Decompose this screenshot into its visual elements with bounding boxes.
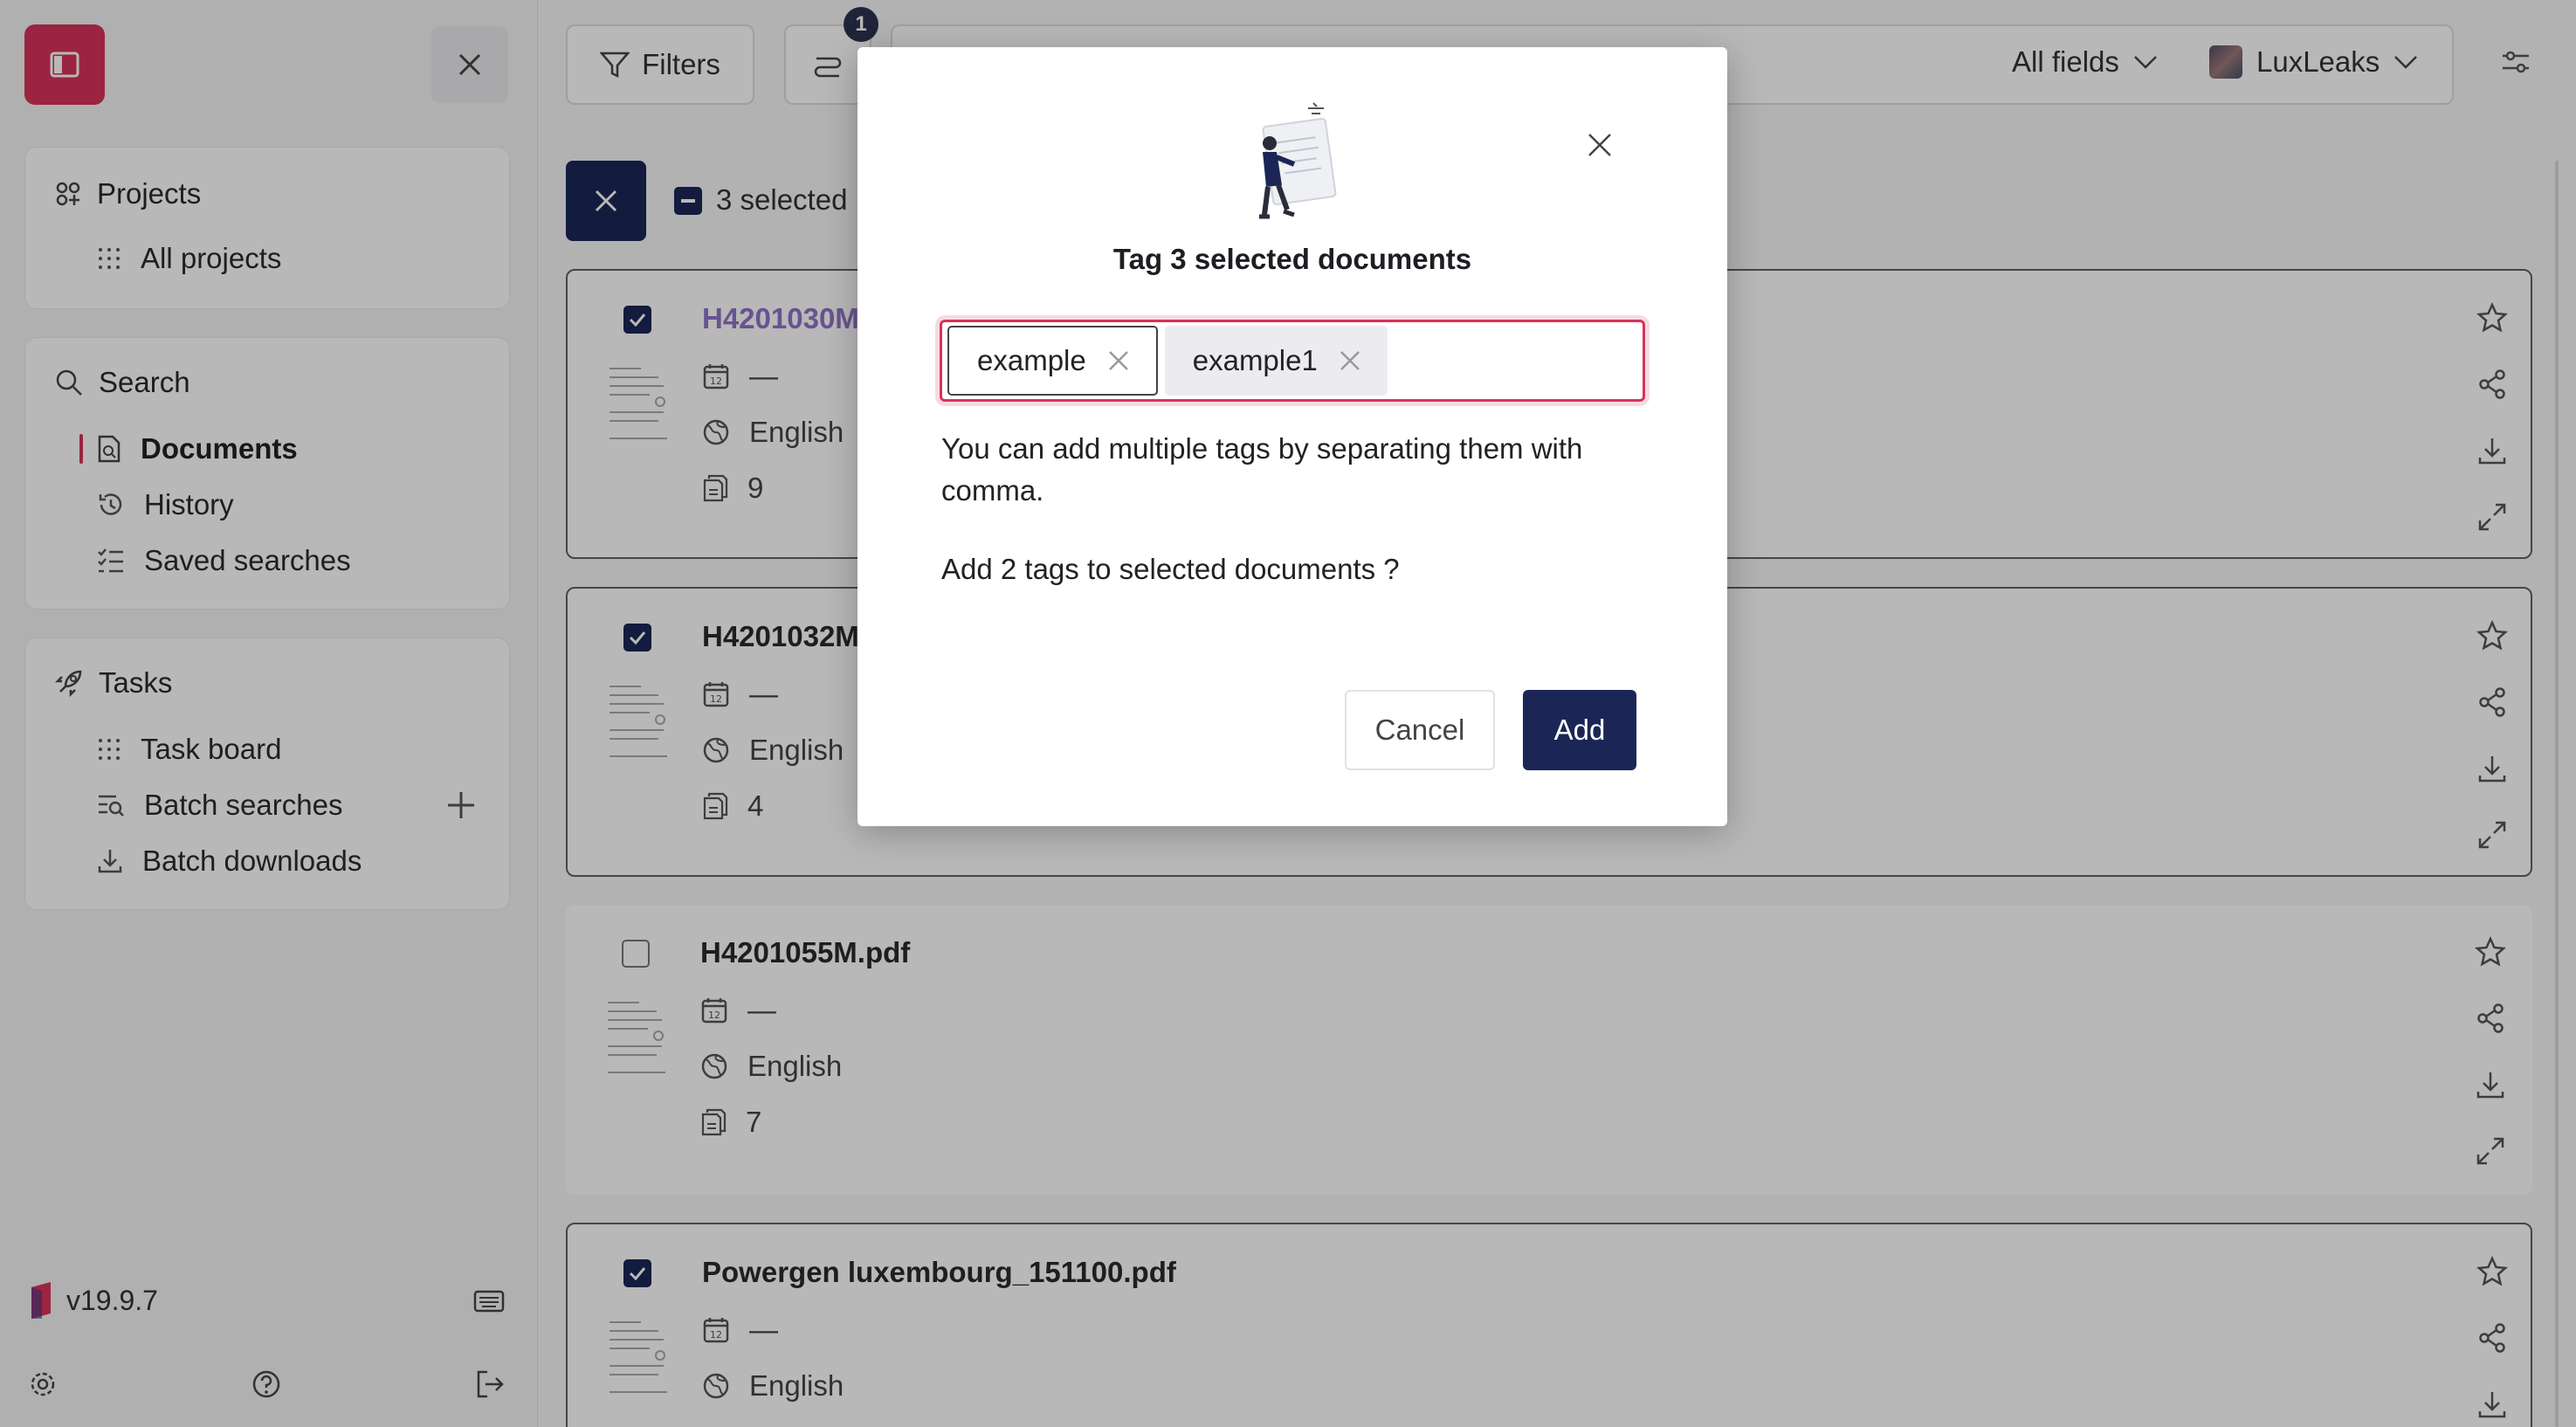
tag-chip[interactable]: example [947,326,1158,396]
remove-tag-icon[interactable] [1107,349,1130,372]
close-modal-button[interactable] [1577,122,1622,168]
confirm-message: Add 2 tags to selected documents ? [941,553,1400,585]
modal-title: Tag 3 selected documents [1112,243,1472,275]
modal-illustration [1233,100,1355,231]
illustration-image [1259,102,1337,219]
tags-hint: You can add multiple tags by separating … [941,432,1583,507]
close-icon [1588,134,1611,156]
tag-documents-modal: Tag 3 selected documents example example… [858,47,1727,826]
cancel-button[interactable]: Cancel [1345,690,1495,770]
remove-tag-icon[interactable] [1339,349,1361,372]
add-button[interactable]: Add [1523,690,1636,770]
tag-chip[interactable]: example1 [1164,326,1388,396]
tags-input[interactable]: example example1 [940,320,1645,402]
